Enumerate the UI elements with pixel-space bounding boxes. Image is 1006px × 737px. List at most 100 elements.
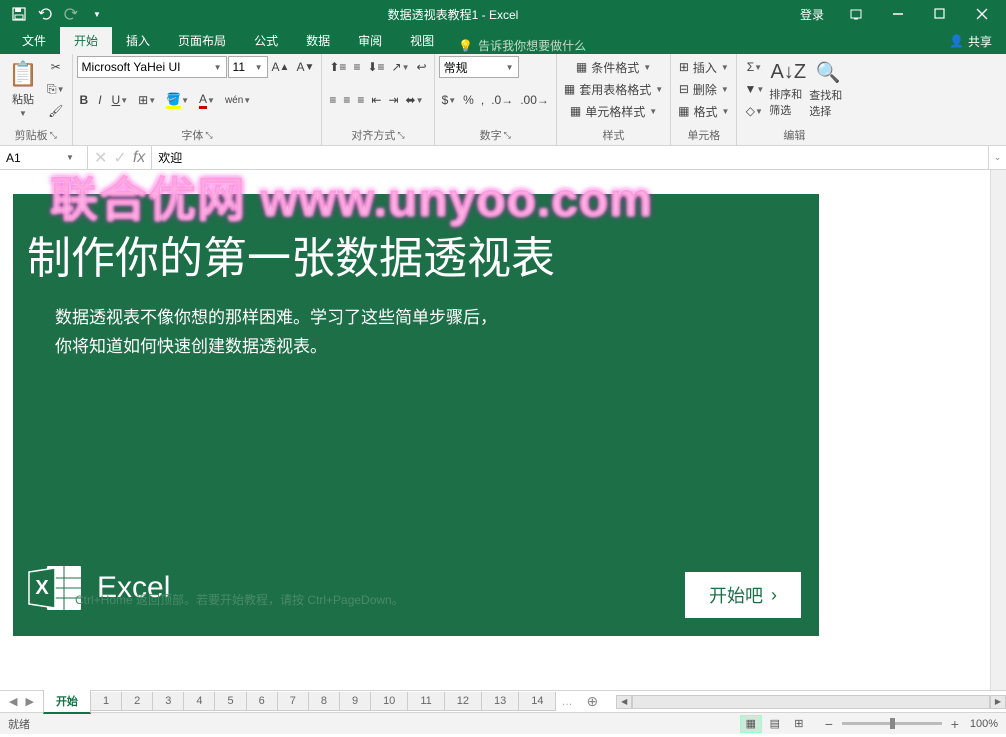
share-button[interactable]: 👤 共享 [935,28,1006,54]
sheet-tab-1[interactable]: 1 [90,692,122,711]
clear-button[interactable]: ◇▼ [741,100,767,122]
cut-button[interactable]: ✂ [44,56,68,78]
sheet-tab-13[interactable]: 13 [481,692,519,711]
paste-button[interactable]: 📋 粘贴 ▼ [4,56,42,122]
comma-button[interactable]: , [478,89,487,111]
undo-button[interactable] [34,3,56,25]
add-sheet-button[interactable]: ⊕ [578,693,606,710]
align-right-button[interactable]: ≡ [354,89,367,111]
sheet-tab-8[interactable]: 8 [308,692,340,711]
number-launcher[interactable]: ⤡ [504,130,511,141]
tab-formulas[interactable]: 公式 [240,27,292,54]
tab-nav-next[interactable]: ▶ [22,695,36,708]
font-launcher[interactable]: ⤡ [205,130,212,141]
autosum-button[interactable]: Σ▼ [741,56,767,78]
decrease-font-button[interactable]: A▼ [293,56,317,78]
sheet-tab-5[interactable]: 5 [214,692,246,711]
delete-cells-button[interactable]: ⊟删除▼ [675,78,732,100]
name-box[interactable]: ▼ [0,146,88,169]
sheet-tab-6[interactable]: 6 [246,692,278,711]
copy-button[interactable]: ⎘▼ [44,78,68,100]
currency-button[interactable]: $▼ [439,89,460,111]
zoom-track[interactable] [842,722,942,725]
italic-button[interactable]: I [95,89,104,111]
scroll-left-button[interactable]: ◀ [616,695,632,709]
qat-customize[interactable]: ▼ [86,3,108,25]
conditional-format-button[interactable]: ▦条件格式▼ [561,56,666,78]
increase-font-button[interactable]: A▲ [269,56,293,78]
cancel-formula-button[interactable]: ✕ [94,148,107,168]
fill-button[interactable]: ▼▼ [741,78,767,100]
decrease-decimal-button[interactable]: .00→ [517,89,552,111]
font-name-combo[interactable]: Microsoft YaHei UI▼ [77,56,227,78]
underline-button[interactable]: U▼ [109,89,132,111]
scroll-right-button[interactable]: ▶ [990,695,1006,709]
sheet-tab-2[interactable]: 2 [121,692,153,711]
redo-button[interactable] [60,3,82,25]
fx-button[interactable]: fx [133,149,145,167]
chevron-down-icon[interactable]: ▼ [66,153,74,162]
sheet-tab-10[interactable]: 10 [370,692,408,711]
align-bottom-button[interactable]: ⬇≡ [364,56,387,78]
fill-color-button[interactable]: 🪣▼ [163,89,192,111]
sheet-tab-start[interactable]: 开始 [43,690,91,714]
increase-indent-button[interactable]: ⇥ [385,89,401,111]
sheet-tab-14[interactable]: 14 [518,692,556,711]
find-select-button[interactable]: 🔍 查找和选择 [809,56,847,122]
clipboard-launcher[interactable]: ⤡ [50,130,57,141]
increase-decimal-button[interactable]: .0→ [488,89,516,111]
alignment-launcher[interactable]: ⤡ [397,130,404,141]
decrease-indent-button[interactable]: ⇤ [368,89,384,111]
sheet-tab-11[interactable]: 11 [407,692,444,711]
insert-cells-button[interactable]: ⊞插入▼ [675,56,732,78]
sheet-tab-12[interactable]: 12 [444,692,482,711]
page-break-view-button[interactable]: ⊞ [788,715,810,733]
zoom-in-button[interactable]: + [948,716,962,732]
sheet-tab-9[interactable]: 9 [339,692,371,711]
font-size-combo[interactable]: 11▼ [228,56,268,78]
format-cells-button[interactable]: ▦格式▼ [675,100,732,122]
horizontal-scrollbar[interactable]: ◀ ▶ [616,695,1006,709]
tab-nav-prev[interactable]: ◀ [6,695,20,708]
align-top-button[interactable]: ⬆≡ [326,56,349,78]
tab-review[interactable]: 审阅 [344,27,396,54]
minimize-button[interactable] [878,0,918,28]
login-button[interactable]: 登录 [790,6,834,23]
tab-data[interactable]: 数据 [292,27,344,54]
accept-formula-button[interactable]: ✓ [113,148,126,168]
worksheet-area[interactable]: 制作你的第一张数据透视表 数据透视表不像你想的那样困难。学习了这些简单步骤后， … [0,170,1006,690]
zoom-out-button[interactable]: − [822,716,836,732]
tab-insert[interactable]: 插入 [112,27,164,54]
tab-page-layout[interactable]: 页面布局 [164,27,240,54]
tab-home[interactable]: 开始 [60,27,112,54]
merge-button[interactable]: ⬌▼ [403,89,427,111]
vertical-scrollbar[interactable] [990,170,1006,690]
zoom-level[interactable]: 100% [970,718,998,730]
align-left-button[interactable]: ≡ [326,89,339,111]
expand-formula-button[interactable]: ⌄ [988,146,1006,169]
tell-me-search[interactable]: 💡 告诉我你想要做什么 [448,37,596,54]
phonetic-button[interactable]: wén▼ [222,89,254,111]
close-button[interactable] [962,0,1002,28]
maximize-button[interactable] [920,0,960,28]
save-button[interactable] [8,3,30,25]
bold-button[interactable]: B [77,89,92,111]
format-painter-button[interactable]: 🖌 [44,100,68,122]
align-center-button[interactable]: ≡ [340,89,353,111]
sheet-tab-3[interactable]: 3 [152,692,184,711]
tab-view[interactable]: 视图 [396,27,448,54]
sheet-tab-4[interactable]: 4 [183,692,215,711]
cell-reference-input[interactable] [6,151,66,165]
formula-input[interactable]: 欢迎 [152,146,988,169]
font-color-button[interactable]: A▼ [196,89,218,111]
percent-button[interactable]: % [460,89,477,111]
orientation-button[interactable]: ↗▼ [389,56,413,78]
align-middle-button[interactable]: ≡ [350,56,363,78]
page-layout-view-button[interactable]: ▤ [764,715,786,733]
sheet-tab-7[interactable]: 7 [277,692,309,711]
tab-file[interactable]: 文件 [8,27,60,54]
number-format-combo[interactable]: 常规▼ [439,56,519,78]
normal-view-button[interactable]: ▦ [740,715,762,733]
format-table-button[interactable]: ▦套用表格格式▼ [561,78,666,100]
wrap-text-button[interactable]: ↩ [414,56,430,78]
